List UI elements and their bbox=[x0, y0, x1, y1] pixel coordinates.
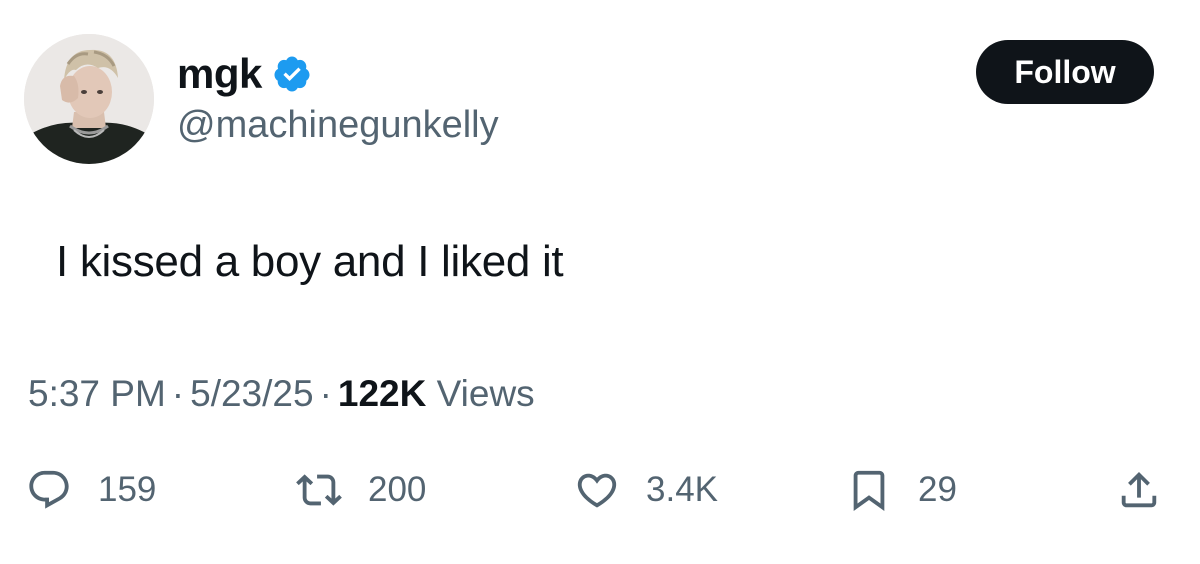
bookmark-count: 29 bbox=[918, 470, 957, 509]
tweet-time[interactable]: 5:37 PM bbox=[28, 373, 166, 414]
tweet-action-bar: 159 200 3.4K 29 bbox=[0, 455, 1200, 525]
like-count: 3.4K bbox=[646, 470, 718, 509]
like-button[interactable]: 3.4K bbox=[574, 455, 718, 525]
bookmark-icon bbox=[846, 467, 892, 513]
follow-button[interactable]: Follow bbox=[976, 40, 1154, 104]
views-count: 122K bbox=[337, 373, 427, 414]
meta-separator: · bbox=[171, 373, 185, 414]
share-button[interactable] bbox=[1116, 455, 1162, 525]
heart-icon bbox=[574, 467, 620, 513]
reply-button[interactable]: 159 bbox=[26, 455, 156, 525]
bookmark-button[interactable]: 29 bbox=[846, 455, 957, 525]
tweet-text: I kissed a boy and I liked it bbox=[56, 237, 564, 286]
author-handle[interactable]: @machinegunkelly bbox=[177, 103, 499, 149]
retweet-icon bbox=[296, 467, 342, 513]
avatar[interactable] bbox=[24, 34, 154, 164]
tweet-date[interactable]: 5/23/25 bbox=[190, 373, 313, 414]
verified-badge-icon bbox=[272, 54, 312, 94]
avatar-image bbox=[24, 34, 154, 164]
share-icon bbox=[1116, 467, 1162, 513]
meta-separator: · bbox=[319, 373, 332, 414]
reply-icon bbox=[26, 467, 72, 513]
author-name-row[interactable]: mgk bbox=[177, 44, 312, 104]
views-label: Views bbox=[436, 373, 535, 414]
author-display-name[interactable]: mgk bbox=[177, 53, 262, 95]
retweet-count: 200 bbox=[368, 470, 427, 509]
retweet-button[interactable]: 200 bbox=[296, 455, 426, 525]
tweet-meta: 5:37 PM · 5/23/25 · 122K Views bbox=[28, 372, 535, 416]
reply-count: 159 bbox=[98, 470, 157, 509]
